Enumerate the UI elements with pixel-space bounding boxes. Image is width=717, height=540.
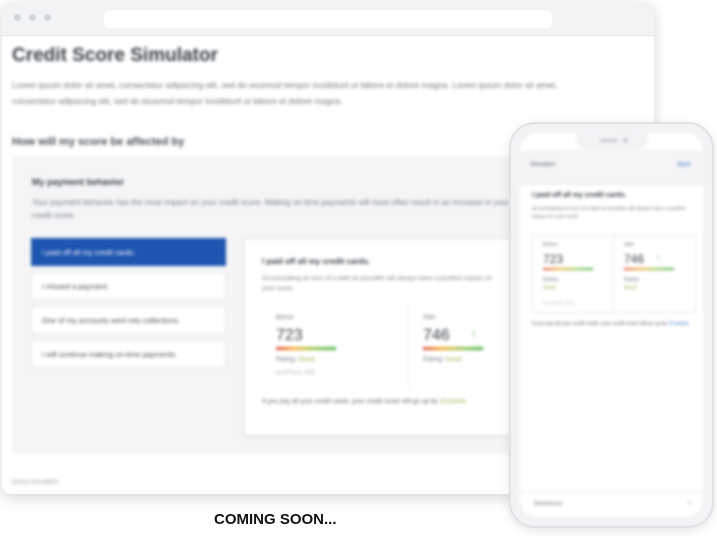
option-on-time-payments[interactable]: I will continue making on-time payments. xyxy=(31,340,226,368)
before-rating-value: Good xyxy=(298,356,315,363)
window-close-dot[interactable] xyxy=(14,14,21,21)
score-gradient-bar xyxy=(624,268,674,270)
before-date: as of Feb 8, 2018 xyxy=(276,370,315,376)
before-score: 723 xyxy=(276,327,303,344)
mobile-score-after: After 746 ↑ Rating: Good xyxy=(614,236,694,312)
mobile-after-rating: Rating: Good xyxy=(624,277,640,291)
section-title: How will my score be affected by xyxy=(12,136,185,148)
phone-camera xyxy=(623,138,628,143)
result-footer: If you pay all your credit cards, your c… xyxy=(262,398,466,405)
mobile-phone: Simulator Back I paid off all my credit … xyxy=(509,122,714,528)
panel-description: Your payment behavior has the most impac… xyxy=(32,198,510,220)
mobile-after-label: After xyxy=(624,242,635,248)
mobile-screen: Simulator Back I paid off all my credit … xyxy=(520,133,703,517)
address-bar[interactable] xyxy=(104,10,552,28)
after-rating: Rating: Good xyxy=(423,356,462,363)
option-missed-payment[interactable]: I missed a payment xyxy=(31,272,226,300)
coming-soon-caption: COMING SOON... xyxy=(214,511,337,528)
mobile-before-label: Before xyxy=(543,242,558,248)
phone-notch xyxy=(576,133,648,149)
window-maximize-dot[interactable] xyxy=(44,14,51,21)
after-label: After xyxy=(423,315,436,321)
window-minimize-dot[interactable] xyxy=(29,14,36,21)
mobile-before-rating-value: Good xyxy=(543,285,556,291)
page-title: Credit Score Simulator xyxy=(12,45,218,66)
mobile-score-card: Before 723 Rating: Good as of Feb 8, 2018… xyxy=(532,235,696,313)
arrow-up-icon: ↑ xyxy=(656,252,661,262)
chevron-right-icon: › xyxy=(687,498,691,509)
mobile-result-title: I paid off all my credit cards. xyxy=(532,192,627,199)
option-paid-off-cards[interactable]: I paid off all my credit cards. xyxy=(31,238,226,266)
mobile-score-before: Before 723 Rating: Good as of Feb 8, 2018 xyxy=(533,236,614,312)
points-link[interactable]: 23 points xyxy=(439,398,465,405)
before-rating: Rating: Good xyxy=(276,356,315,363)
intro-text: Lorem ipsum dolor sit amet, consectetur … xyxy=(12,80,558,106)
mobile-disclosures-row[interactable]: Disclosures › xyxy=(520,491,703,517)
result-title: I paid off all my credit cards. xyxy=(262,257,371,266)
mobile-after-rating-value: Good xyxy=(624,285,637,291)
mobile-before-score: 723 xyxy=(543,252,564,266)
score-gradient-bar xyxy=(276,347,336,350)
after-score: 746 xyxy=(423,327,450,344)
before-label: Before xyxy=(276,315,294,321)
back-button[interactable]: Back xyxy=(678,162,691,168)
score-gradient-bar xyxy=(423,347,483,350)
mobile-points-link[interactable]: 23 points xyxy=(668,321,688,327)
mobile-before-date: as of Feb 8, 2018 xyxy=(543,300,575,305)
disclosures-label[interactable]: DISCLOSURES xyxy=(12,480,58,486)
mobile-header: Simulator Back xyxy=(520,150,703,185)
score-before: Before 723 Rating: Good as of Feb 8, 201… xyxy=(262,305,409,387)
mobile-before-rating: Rating: Good xyxy=(543,277,559,291)
browser-titlebar xyxy=(2,2,654,36)
mobile-disclosures-label: Disclosures xyxy=(534,501,563,507)
panel-title: My payment behavior xyxy=(32,177,125,187)
option-collections[interactable]: One of my accounts went into collections… xyxy=(31,306,226,334)
arrow-up-icon: ↑ xyxy=(471,329,477,341)
mobile-result-description: Accumulating as less of a debt as possib… xyxy=(532,206,686,220)
result-description: Accumulating as less of a debt as possib… xyxy=(262,275,493,292)
after-rating-value: Good xyxy=(445,356,462,363)
mobile-result-footer: If you pay all your credit cards, your c… xyxy=(532,321,689,327)
mobile-header-title: Simulator xyxy=(530,162,556,168)
score-gradient-bar xyxy=(543,268,593,270)
phone-speaker xyxy=(600,139,618,142)
mobile-after-score: 746 xyxy=(624,252,645,266)
